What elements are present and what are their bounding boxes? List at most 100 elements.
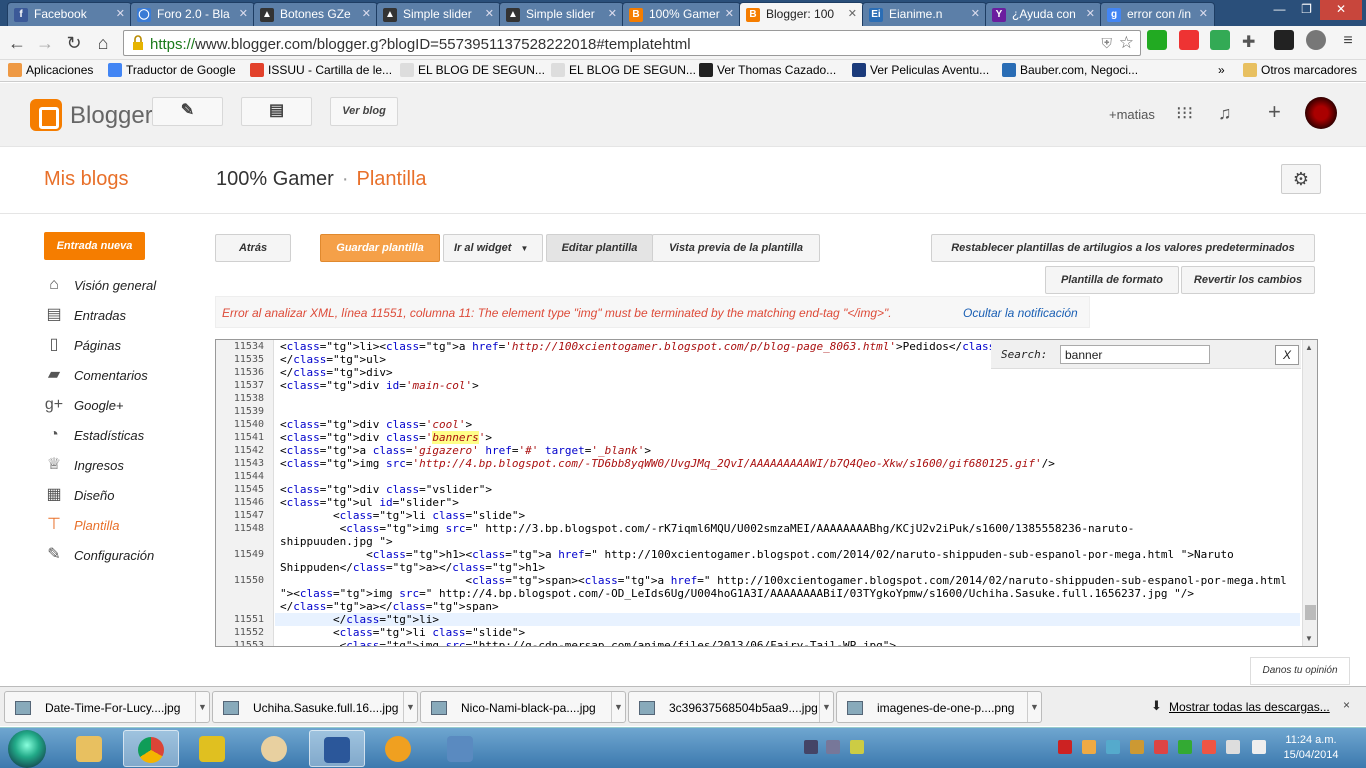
taskbar-pdf[interactable] bbox=[185, 730, 241, 767]
tray-icon[interactable] bbox=[1154, 740, 1168, 754]
notifications-bell-icon[interactable]: ♫ bbox=[1218, 103, 1232, 124]
browser-tab[interactable]: ▲ Simple slider ✕ bbox=[499, 2, 624, 26]
goto-widget-dropdown[interactable]: Ir al widget ▼ bbox=[443, 234, 543, 262]
gear-icon[interactable]: ⚙ bbox=[1281, 164, 1321, 194]
browser-tab[interactable]: Y ¿Ayuda con ✕ bbox=[985, 2, 1102, 26]
extension-login-icon[interactable] bbox=[1147, 30, 1167, 50]
restore-window-icon[interactable]: ❐ bbox=[1293, 0, 1320, 20]
download-item[interactable]: Date-Time-For-Lucy....jpg ▼ bbox=[4, 691, 210, 723]
sidebar-item-stats[interactable]: ◔ Estadísticas bbox=[44, 425, 194, 447]
bookmark-item[interactable]: Bauber.com, Negoci... bbox=[1002, 63, 1138, 77]
search-input[interactable]: banner bbox=[1060, 345, 1210, 364]
taskbar-app[interactable] bbox=[371, 730, 427, 767]
close-icon[interactable]: × bbox=[1343, 698, 1350, 712]
code-line[interactable]: </class="tg">li> bbox=[280, 613, 439, 626]
home-icon[interactable]: ⌂ bbox=[92, 32, 114, 54]
code-line[interactable]: Shippuden</class="tg">a></class="tg">h1> bbox=[280, 561, 545, 574]
search-close-button[interactable]: X bbox=[1275, 345, 1299, 365]
forward-arrow-icon[interactable]: → bbox=[34, 32, 56, 54]
bookmark-item[interactable]: Aplicaciones bbox=[8, 63, 93, 77]
tab-close-icon[interactable]: ✕ bbox=[485, 7, 494, 20]
tray-icon[interactable] bbox=[850, 740, 864, 754]
tab-close-icon[interactable]: ✕ bbox=[1086, 7, 1095, 20]
tab-close-icon[interactable]: ✕ bbox=[725, 7, 734, 20]
code-line[interactable]: <class="tg">h1><class="tg">a href=" http… bbox=[280, 548, 1234, 561]
bookmark-item[interactable]: EL BLOG DE SEGUN... bbox=[551, 63, 696, 77]
start-button[interactable] bbox=[8, 730, 46, 768]
tab-close-icon[interactable]: ✕ bbox=[1199, 7, 1208, 20]
extension-h-icon[interactable] bbox=[1274, 30, 1294, 50]
sidebar-item-wrench[interactable]: ✎ Configuración bbox=[44, 545, 194, 567]
browser-tab[interactable]: ◯ Foro 2.0 - Bla ✕ bbox=[130, 2, 255, 26]
download-item[interactable]: Uchiha.Sasuke.full.16....jpg ▼ bbox=[212, 691, 418, 723]
code-line[interactable]: <class="tg">div class='banners'> bbox=[280, 431, 492, 444]
reset-widgets-button[interactable]: Restablecer plantillas de artilugios a l… bbox=[931, 234, 1315, 262]
browser-tab[interactable]: g error con /in ✕ bbox=[1100, 2, 1215, 26]
hide-notification-link[interactable]: Ocultar la notificación bbox=[963, 306, 1078, 320]
taskbar-word[interactable] bbox=[309, 730, 365, 767]
tab-close-icon[interactable]: ✕ bbox=[239, 7, 248, 20]
share-plus-icon[interactable]: + bbox=[1268, 99, 1281, 125]
taskbar-explorer[interactable] bbox=[62, 730, 118, 767]
back-button[interactable]: Atrás bbox=[215, 234, 291, 262]
bookmark-item[interactable]: Ver Thomas Cazado... bbox=[699, 63, 836, 77]
tab-close-icon[interactable]: ✕ bbox=[608, 7, 617, 20]
code-line[interactable]: <class="tg">div class="vslider"> bbox=[280, 483, 492, 496]
code-line[interactable]: <class="tg">a class='gigazero' href='#' … bbox=[280, 444, 651, 457]
my-blogs-link[interactable]: Mis blogs bbox=[44, 168, 128, 191]
download-item[interactable]: 3c39637568504b5aa9....jpg ▼ bbox=[628, 691, 834, 723]
tray-icon[interactable] bbox=[1202, 740, 1216, 754]
new-post-button[interactable]: Entrada nueva bbox=[44, 232, 145, 260]
bookmark-item[interactable]: ISSUU - Cartilla de le... bbox=[250, 63, 392, 77]
sidebar-item-trophy[interactable]: ♕ Ingresos bbox=[44, 455, 194, 477]
code-line[interactable]: <class="tg">img src='http://4.bp.blogspo… bbox=[280, 457, 1055, 470]
scroll-down-arrow-icon[interactable]: ▼ bbox=[1305, 634, 1313, 643]
code-line[interactable]: <class="tg">img src=" http://3.bp.blogsp… bbox=[280, 522, 1135, 535]
feedback-button[interactable]: Danos tu opinión bbox=[1250, 657, 1350, 685]
code-line[interactable]: <class="tg">div class='cool'> bbox=[280, 418, 472, 431]
browser-tab[interactable]: Ei Eianime.n ✕ bbox=[862, 2, 987, 26]
sidebar-item-pages[interactable]: ▯ Páginas bbox=[44, 335, 194, 357]
tray-icon[interactable] bbox=[1082, 740, 1096, 754]
sidebar-item-google-plus[interactable]: g+ Google+ bbox=[44, 395, 194, 417]
taskbar-paint[interactable] bbox=[247, 730, 303, 767]
other-bookmarks[interactable]: Otros marcadores bbox=[1243, 63, 1357, 77]
preview-template-button[interactable]: Vista previa de la plantilla bbox=[652, 234, 820, 262]
scroll-up-arrow-icon[interactable]: ▲ bbox=[1305, 343, 1313, 352]
tray-icon[interactable] bbox=[804, 740, 818, 754]
code-line[interactable]: </class="tg">a></class="tg">span> bbox=[280, 600, 499, 613]
puzzle-icon[interactable]: ✚ bbox=[1242, 32, 1262, 52]
bookmarks-overflow[interactable]: » bbox=[1218, 63, 1225, 77]
view-blog-button[interactable]: Ver blog bbox=[330, 97, 398, 126]
blogger-logo-icon[interactable] bbox=[30, 99, 62, 131]
address-bar[interactable]: https://www.blogger.com/blogger.g?blogID… bbox=[123, 30, 1141, 56]
scrollbar-thumb[interactable] bbox=[1305, 605, 1316, 620]
tray-icon[interactable] bbox=[1178, 740, 1192, 754]
system-clock[interactable]: 11:24 a.m. 15/04/2014 bbox=[1281, 733, 1341, 763]
back-arrow-icon[interactable]: ← bbox=[6, 32, 28, 54]
browser-tab[interactable]: ▲ Botones GZe ✕ bbox=[253, 2, 378, 26]
code-line[interactable]: </class="tg">ul> bbox=[280, 353, 386, 366]
code-line[interactable]: <class="tg">img src="http://g-cdn-mersap… bbox=[280, 639, 896, 646]
bookmark-item[interactable]: EL BLOG DE SEGUN... bbox=[400, 63, 545, 77]
edit-template-button[interactable]: Editar plantilla bbox=[546, 234, 653, 262]
bookmark-item[interactable]: Ver Peliculas Aventu... bbox=[852, 63, 989, 77]
posts-list-button[interactable]: ▤ bbox=[241, 97, 312, 126]
sidebar-item-template[interactable]: ⊤ Plantilla bbox=[44, 515, 194, 537]
download-options-chevron-icon[interactable]: ▼ bbox=[611, 692, 625, 722]
extension-icon[interactable] bbox=[1179, 30, 1199, 50]
network-icon[interactable] bbox=[1252, 740, 1266, 754]
sidebar-item-comments[interactable]: ▰ Comentarios bbox=[44, 365, 194, 387]
taskbar-chrome[interactable] bbox=[123, 730, 179, 767]
bookmark-item[interactable]: Traductor de Google bbox=[108, 63, 236, 77]
format-template-button[interactable]: Plantilla de formato bbox=[1045, 266, 1179, 294]
download-options-chevron-icon[interactable]: ▼ bbox=[403, 692, 417, 722]
code-line[interactable]: shippuuden.jpg "> bbox=[280, 535, 393, 548]
volume-icon[interactable] bbox=[1226, 740, 1240, 754]
browser-tab[interactable]: B 100% Gamer ✕ bbox=[622, 2, 741, 26]
sidebar-item-posts[interactable]: ▤ Entradas bbox=[44, 305, 194, 327]
avatar[interactable] bbox=[1305, 97, 1337, 129]
download-options-chevron-icon[interactable]: ▼ bbox=[195, 692, 209, 722]
apps-grid-icon[interactable]: ⁝⁝⁝ bbox=[1176, 103, 1193, 124]
code-line[interactable]: <class="tg">li class="slide"> bbox=[280, 626, 525, 639]
